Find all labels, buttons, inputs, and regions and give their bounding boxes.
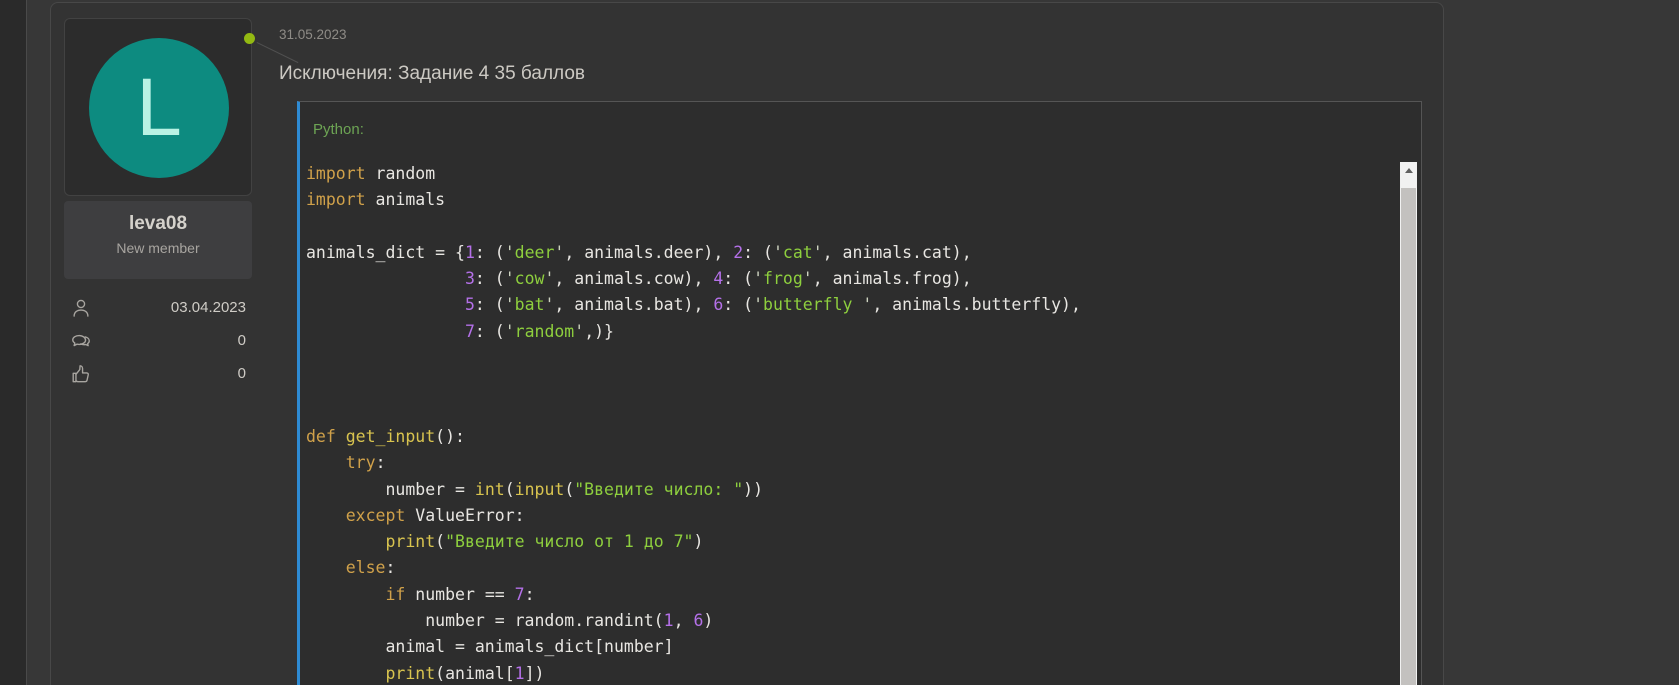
code-line: animal = animals_dict[number] bbox=[306, 634, 1399, 660]
code-line bbox=[306, 345, 1399, 371]
code-line: import random bbox=[306, 161, 1399, 187]
code-line: print("Введите число от 1 до 7") bbox=[306, 529, 1399, 555]
avatar-pointer-line bbox=[257, 42, 299, 63]
scrollbar-thumb[interactable] bbox=[1401, 188, 1416, 685]
code-line: except ValueError: bbox=[306, 503, 1399, 529]
code-line: print(animal[1]) bbox=[306, 661, 1399, 685]
code-line: number = random.randint(1, 6) bbox=[306, 608, 1399, 634]
user-role-label: New member bbox=[64, 240, 252, 256]
code-content: import randomimport animals animals_dict… bbox=[300, 152, 1399, 685]
joined-date-row: 03.04.2023 bbox=[64, 291, 252, 324]
user-icon bbox=[70, 297, 92, 319]
user-stats-panel: 03.04.2023 0 0 bbox=[64, 291, 252, 390]
post-date: 31.05.2023 bbox=[279, 27, 347, 42]
online-status-indicator bbox=[244, 33, 255, 44]
page: { "post": { "date": "31.05.2023", "title… bbox=[0, 0, 1679, 685]
likes-count-row: 0 bbox=[64, 357, 252, 390]
code-line bbox=[306, 371, 1399, 397]
code-line bbox=[306, 398, 1399, 424]
code-line: try: bbox=[306, 450, 1399, 476]
code-language-label: Python: bbox=[300, 102, 1421, 138]
like-icon bbox=[70, 363, 92, 385]
code-line: 7: ('random',)} bbox=[306, 319, 1399, 345]
code-line: if number == 7: bbox=[306, 582, 1399, 608]
code-line: animals_dict = {1: ('deer', animals.deer… bbox=[306, 240, 1399, 266]
code-block: Python: import randomimport animals anim… bbox=[297, 101, 1422, 685]
forum-post: L leva08 New member 03.04.2023 0 bbox=[50, 2, 1444, 685]
code-line: number = int(input("Введите число: ")) bbox=[306, 477, 1399, 503]
code-scrollbar[interactable] bbox=[1400, 162, 1417, 685]
user-avatar-panel: L bbox=[64, 18, 252, 196]
likes-count-value: 0 bbox=[238, 365, 246, 382]
user-avatar[interactable]: L bbox=[89, 38, 229, 178]
scroll-up-arrow-icon bbox=[1405, 168, 1413, 173]
comments-icon bbox=[70, 330, 92, 352]
code-line: import animals bbox=[306, 187, 1399, 213]
code-line: 3: ('cow', animals.cow), 4: ('frog', ani… bbox=[306, 266, 1399, 292]
scroll-up-button[interactable] bbox=[1400, 162, 1417, 179]
messages-count-row: 0 bbox=[64, 324, 252, 357]
user-name-panel: leva08 New member bbox=[64, 201, 252, 279]
page-left-margin bbox=[0, 0, 27, 685]
joined-date-value: 03.04.2023 bbox=[171, 299, 246, 316]
code-line: def get_input(): bbox=[306, 424, 1399, 450]
post-title: Исключения: Задание 4 35 баллов bbox=[279, 63, 585, 85]
code-line: else: bbox=[306, 555, 1399, 581]
username-link[interactable]: leva08 bbox=[64, 213, 252, 235]
code-line bbox=[306, 214, 1399, 240]
messages-count-value: 0 bbox=[238, 332, 246, 349]
code-line: 5: ('bat', animals.bat), 6: ('butterfly … bbox=[306, 292, 1399, 318]
